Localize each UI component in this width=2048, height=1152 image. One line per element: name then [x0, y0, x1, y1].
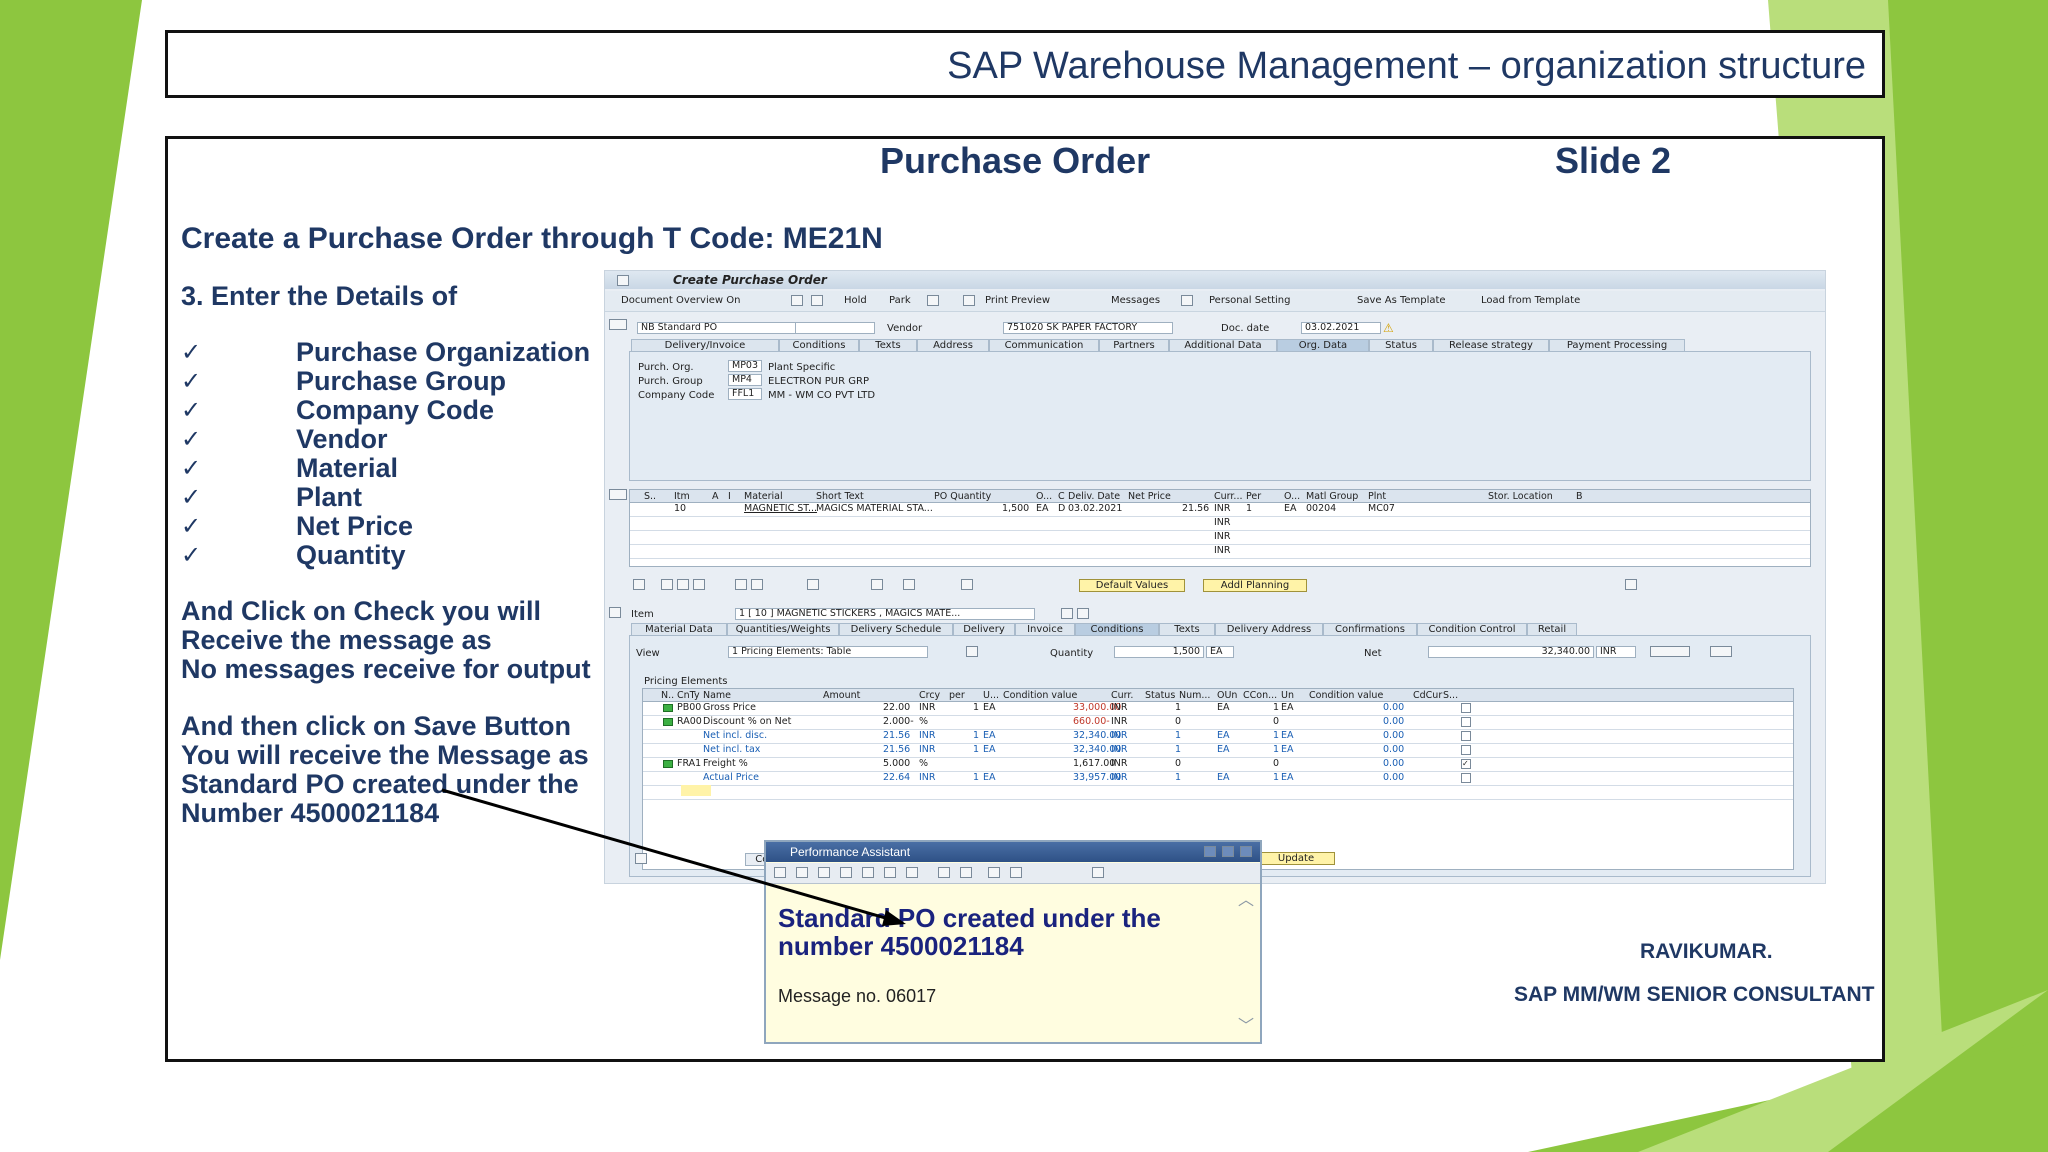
annotation-arrow [441, 788, 906, 926]
